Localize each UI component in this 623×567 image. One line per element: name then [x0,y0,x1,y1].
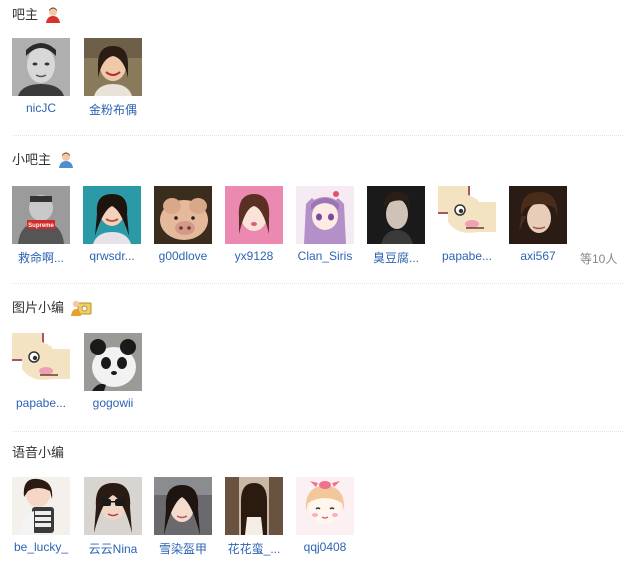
member-name[interactable]: be_lucky_ [6,540,76,554]
avatar[interactable]: Supreme [12,186,70,244]
member-name[interactable]: Clan_Siris [290,249,360,263]
avatar[interactable] [225,186,283,244]
avatar[interactable] [296,477,354,535]
avatar[interactable] [509,186,567,244]
member-name[interactable]: papabe... [6,396,76,410]
section-title: 吧主 [12,5,62,25]
member-card[interactable]: 臭豆腐... [361,186,427,272]
member-card[interactable]: yx9128 [219,186,285,272]
avatar[interactable] [83,186,141,244]
member-name[interactable]: papabe... [432,249,502,263]
member-card[interactable]: papabe... [6,333,72,419]
avatar[interactable] [12,333,70,391]
member-name[interactable]: 救命啊... [6,249,76,266]
avatar[interactable] [12,38,70,96]
member-card[interactable]: g00dlove [148,186,214,272]
bazhu-person-icon [44,6,62,24]
more-members-count[interactable]: 等10人 [580,250,617,267]
section-bazhu: 吧主 nicJC 金粉布偶 [0,5,623,136]
member-card[interactable]: axi567 [503,186,569,272]
member-card[interactable]: be_lucky_ [6,477,72,563]
member-card[interactable]: 金粉布偶 [78,38,144,124]
avatar[interactable] [296,186,354,244]
members-bazhu: nicJC 金粉布偶 [0,38,623,128]
section-divider [12,135,623,136]
member-name[interactable]: 臭豆腐... [361,249,431,266]
member-card[interactable]: papabe... [432,186,498,272]
avatar[interactable] [367,186,425,244]
avatar[interactable] [154,186,212,244]
avatar[interactable] [154,477,212,535]
member-name[interactable]: yx9128 [219,249,289,263]
section-title-text: 图片小编 [12,300,65,315]
section-title-text: 吧主 [12,7,39,22]
member-name[interactable]: 云云Nina [78,540,148,557]
member-name[interactable]: g00dlove [148,249,218,263]
avatar[interactable] [84,477,142,535]
section-photo-editor: 图片小编 papabe... gogowii [0,298,623,432]
member-name[interactable]: 花花蛮_... [219,540,289,557]
section-divider [12,283,623,284]
member-name[interactable]: 雪染盔甲 [148,540,218,557]
section-xiaobazhu: 小吧主 Supreme 救命啊... qrwsdr... g00dlove yx… [0,150,623,284]
avatar[interactable] [84,38,142,96]
section-title: 小吧主 [12,150,75,170]
members-voice-editor: be_lucky_ 云云Nina 雪染盔甲 花花蛮_... qqj0408 [0,477,623,567]
member-name[interactable]: nicJC [6,101,76,115]
section-title-text: 语音小编 [12,445,65,460]
member-card[interactable]: Supreme 救命啊... [6,186,72,272]
avatar[interactable] [84,333,142,391]
member-name[interactable]: qqj0408 [290,540,360,554]
section-title-text: 小吧主 [12,152,52,167]
member-card[interactable]: Clan_Siris [290,186,356,272]
section-title: 语音小编 [12,443,64,463]
member-card[interactable]: gogowii [78,333,144,419]
member-card[interactable]: qrwsdr... [77,186,143,272]
member-card[interactable]: 云云Nina [78,477,144,563]
member-name[interactable]: 金粉布偶 [78,101,148,118]
section-divider [12,431,623,432]
svg-text:Supreme: Supreme [28,223,54,229]
avatar[interactable] [225,477,283,535]
member-name[interactable]: axi567 [503,249,573,263]
avatar[interactable] [12,477,70,535]
section-voice-editor: 语音小编 be_lucky_ 云云Nina 雪染盔甲 花花蛮_... qqj04… [0,443,623,559]
member-card[interactable]: 花花蛮_... [219,477,285,563]
members-photo-editor: papabe... gogowii [0,333,623,423]
member-card[interactable]: qqj0408 [290,477,356,563]
xiaobazhu-person-icon [57,151,75,169]
members-xiaobazhu: Supreme 救命啊... qrwsdr... g00dlove yx9128… [0,186,623,276]
member-name[interactable]: gogowii [78,396,148,410]
member-card[interactable]: 雪染盔甲 [148,477,214,563]
photo-editor-icon [70,299,92,317]
member-card[interactable]: nicJC [6,38,72,124]
section-title: 图片小编 [12,298,92,318]
avatar[interactable] [438,186,496,244]
member-name[interactable]: qrwsdr... [77,249,147,263]
